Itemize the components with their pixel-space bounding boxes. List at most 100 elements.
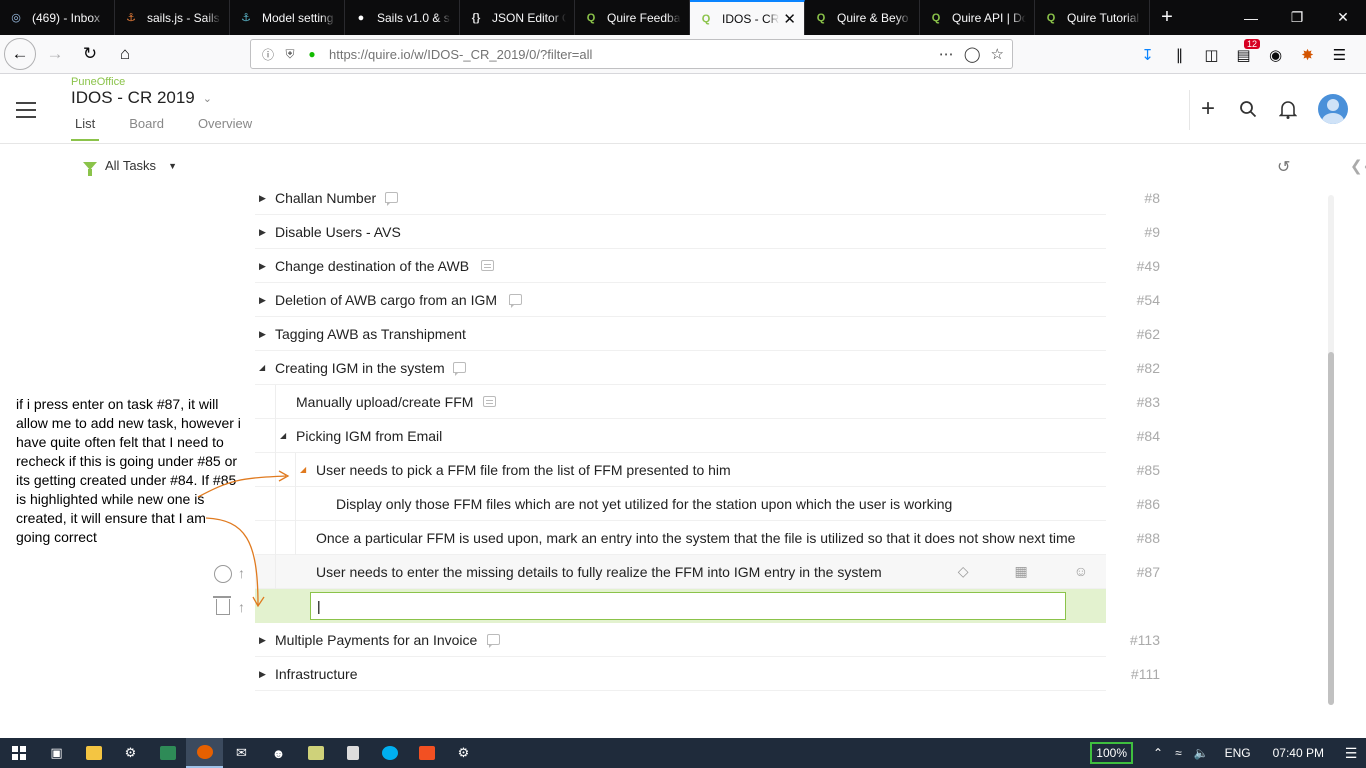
add-icon[interactable]: + (1196, 95, 1220, 122)
task-row[interactable]: Manually upload/create FFM (255, 385, 1106, 419)
promote-arrow-icon[interactable]: ↑ (238, 599, 245, 615)
browser-tab[interactable]: Q IDOS - CR ✕ (690, 0, 805, 35)
task-row[interactable]: ▶ Deletion of AWB cargo from an IGM (255, 283, 1106, 317)
expand-caret-icon[interactable]: ▶ (259, 193, 266, 204)
chevron-up-icon[interactable]: ⌃ (1153, 746, 1163, 760)
task-title[interactable]: Disable Users - AVS (275, 224, 401, 240)
collapse-caret-icon[interactable]: ◢ (300, 465, 306, 474)
task-row[interactable]: ◢ Picking IGM from Email (255, 419, 1106, 453)
comment-icon[interactable] (385, 192, 398, 206)
wifi-icon[interactable]: ≈ (1175, 746, 1182, 760)
battery-indicator[interactable]: 100% (1090, 742, 1133, 764)
task-title[interactable]: User needs to pick a FFM file from the l… (316, 462, 731, 478)
shield-icon[interactable]: ⛨ (281, 47, 299, 62)
start-button[interactable] (0, 738, 38, 768)
notepad-icon[interactable] (297, 738, 334, 768)
task-title[interactable]: Tagging AWB as Transhipment (275, 326, 466, 342)
task-row[interactable]: ▶ Disable Users - AVS (255, 215, 1106, 249)
browser-tab[interactable]: Q Quire API | Do (920, 0, 1035, 35)
task-title[interactable]: Manually upload/create FFM (296, 394, 473, 410)
task-title[interactable]: Picking IGM from Email (296, 428, 442, 444)
task-title[interactable]: Infrastructure (275, 666, 357, 682)
notification-center-icon[interactable]: ☰ (1336, 738, 1366, 768)
comment-icon[interactable] (509, 294, 522, 308)
task-title[interactable]: Change destination of the AWB (275, 258, 469, 274)
calendar-icon[interactable]: ▦ (1014, 563, 1027, 580)
task-row[interactable]: User needs to enter the missing details … (255, 555, 1106, 589)
page-actions-icon[interactable]: ⋯ (939, 45, 954, 63)
browser-tab[interactable]: {} JSON Editor O (460, 0, 575, 35)
collapse-caret-icon[interactable]: ◢ (280, 431, 286, 440)
browser-tab[interactable]: ⚓ Model setting (230, 0, 345, 35)
minimize-button[interactable]: — (1228, 0, 1274, 35)
tab-board[interactable]: Board (125, 116, 168, 141)
project-title[interactable]: IDOS - CR 2019 ⌄ (71, 88, 212, 108)
task-title[interactable]: Display only those FFM files which are n… (336, 496, 952, 512)
address-bar[interactable]: ⓘ ⛨ ● https://quire.io/w/IDOS-_CR_2019/0… (250, 39, 1013, 69)
comment-icon[interactable] (487, 634, 500, 648)
task-row[interactable]: ▶ Infrastructure (255, 657, 1106, 691)
reload-button[interactable]: ↻ (74, 38, 106, 70)
tag-icon[interactable]: ◇ (958, 563, 969, 580)
settings-icon[interactable]: ⚙ (112, 738, 149, 768)
promote-arrow-icon[interactable]: ↑ (238, 565, 245, 581)
task-row[interactable]: Display only those FFM files which are n… (255, 487, 1106, 521)
task-row[interactable]: ▶ Multiple Payments for an Invoice (255, 623, 1106, 657)
task-row[interactable]: ◢ User needs to pick a FFM file from the … (255, 453, 1106, 487)
note-icon[interactable] (481, 260, 494, 271)
expand-caret-icon[interactable]: ▶ (259, 295, 266, 306)
expand-caret-icon[interactable]: ▶ (259, 227, 266, 238)
tab-overview[interactable]: Overview (194, 116, 256, 141)
office-icon[interactable] (408, 738, 445, 768)
bell-icon[interactable] (1276, 97, 1300, 121)
task-row[interactable]: ▶ Tagging AWB as Transhipment (255, 317, 1106, 351)
collapse-panel-icon[interactable]: ❮❮ (1350, 157, 1366, 175)
task-row[interactable]: ▶ Change destination of the AWB (255, 249, 1106, 283)
scrollbar-thumb[interactable] (1328, 352, 1334, 705)
account-icon[interactable]: ◉ (1263, 42, 1288, 67)
home-button[interactable]: ⌂ (109, 38, 141, 70)
collapse-caret-icon[interactable]: ◢ (259, 363, 265, 372)
calculator-icon[interactable] (334, 738, 371, 768)
extension-badge-icon[interactable]: ▤ 12 (1231, 39, 1260, 67)
tab-list[interactable]: List (71, 116, 100, 141)
expand-caret-icon[interactable]: ▶ (259, 635, 266, 646)
browser-tab[interactable]: ⚓ sails.js - Sails (115, 0, 230, 35)
trash-icon[interactable] (213, 596, 231, 615)
avatar[interactable] (1318, 94, 1348, 124)
sidebar-icon[interactable]: ◫ (1199, 42, 1224, 67)
task-row[interactable]: ▶ Challan Number (255, 181, 1106, 215)
chevron-down-icon[interactable]: ⌄ (203, 92, 212, 105)
task-title[interactable]: Deletion of AWB cargo from an IGM (275, 292, 497, 308)
spreadsheet-icon[interactable] (149, 738, 186, 768)
clock[interactable]: 07:40 PM (1273, 746, 1324, 760)
comment-icon[interactable] (453, 362, 466, 376)
undo-icon[interactable]: ↺ (1277, 157, 1290, 177)
browser-tab[interactable]: Q Quire & Beyo (805, 0, 920, 35)
bookmark-star-icon[interactable]: ☆ (991, 45, 1004, 63)
task-title[interactable]: User needs to enter the missing details … (316, 564, 882, 580)
organization-name[interactable]: PuneOffice (71, 76, 125, 88)
menu-icon[interactable]: ☰ (1327, 42, 1352, 67)
forward-button[interactable]: → (39, 38, 71, 70)
task-title[interactable]: Once a particular FFM is used upon, mark… (316, 530, 1075, 546)
pocket-icon[interactable]: ◯ (964, 45, 981, 63)
browser-tab[interactable]: ◎ (469) - Inbox (0, 0, 115, 35)
library-icon[interactable]: ∥ (1167, 42, 1192, 67)
mail-icon[interactable]: ✉ (223, 738, 260, 768)
expand-caret-icon[interactable]: ▶ (259, 669, 266, 680)
browser-tab[interactable]: Q Quire Tutorial (1035, 0, 1150, 35)
task-title[interactable]: Challan Number (275, 190, 376, 206)
info-icon[interactable]: ⓘ (259, 46, 277, 63)
search-icon[interactable] (1236, 97, 1260, 121)
task-title[interactable]: Creating IGM in the system (275, 360, 445, 376)
volume-icon[interactable]: 🔈 (1194, 746, 1209, 760)
new-task-input[interactable] (310, 592, 1066, 620)
browser-tab[interactable]: ● Sails v1.0 & sa (345, 0, 460, 35)
task-row[interactable]: Once a particular FFM is used upon, mark… (255, 521, 1106, 555)
back-button[interactable]: ← (4, 38, 36, 70)
task-row[interactable]: ◢ Creating IGM in the system (255, 351, 1106, 385)
task-view-icon[interactable]: ▣ (38, 738, 75, 768)
complete-checkbox[interactable] (214, 565, 232, 583)
expand-caret-icon[interactable]: ▶ (259, 329, 266, 340)
